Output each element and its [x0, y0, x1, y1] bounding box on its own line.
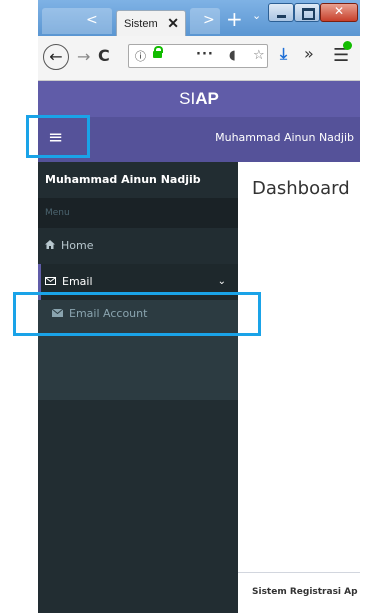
- maximize-button[interactable]: [294, 3, 320, 22]
- lock-icon[interactable]: [153, 46, 163, 58]
- close-icon: ✕: [334, 4, 345, 18]
- main-content: Dashboard Sistem Registrasi Ap: [238, 162, 360, 613]
- update-badge-icon: [343, 41, 352, 50]
- home-icon: [45, 228, 55, 264]
- minimize-button[interactable]: [268, 3, 294, 22]
- browser-toolbar: ← → C ⓘ ··· ◖ ☆ ⤓ » ☰: [38, 36, 360, 81]
- navbar-user-name[interactable]: Muhammad Ainun Nadjib: [215, 131, 354, 144]
- sidebar-user-name: Muhammad Ainun Nadjib: [45, 173, 201, 186]
- sidebar: Muhammad Ainun Nadjib Menu Home Email ⌄ …: [38, 162, 238, 613]
- tab-title: Sistem: [124, 18, 158, 30]
- pocket-icon[interactable]: ◖: [229, 48, 236, 63]
- tab-scroll-right-icon[interactable]: >: [203, 12, 215, 28]
- highlight-box-hamburger: [26, 115, 90, 158]
- close-window-button[interactable]: ✕: [320, 3, 358, 22]
- background-tab[interactable]: [42, 8, 112, 34]
- overflow-menu-icon[interactable]: »: [304, 44, 314, 63]
- footer: Sistem Registrasi Ap: [238, 572, 360, 613]
- highlight-box-email-account: [13, 292, 261, 336]
- address-bar[interactable]: ⓘ ··· ◖ ☆: [128, 44, 268, 68]
- reload-button[interactable]: C: [98, 46, 110, 65]
- new-tab-button[interactable]: +: [226, 7, 243, 31]
- footer-text: Sistem Registrasi Ap: [252, 587, 358, 597]
- app-logo[interactable]: SIAP: [38, 81, 360, 117]
- tab-list-dropdown-icon[interactable]: ⌄: [252, 9, 261, 22]
- sidebar-section-header: Menu: [38, 198, 238, 228]
- bookmark-star-icon[interactable]: ☆: [253, 48, 265, 63]
- site-info-icon[interactable]: ⓘ: [135, 48, 146, 64]
- tab-active[interactable]: Sistem ✕: [116, 10, 186, 36]
- logo-suffix: AP: [195, 89, 219, 108]
- content-area: Dashboard: [238, 162, 360, 572]
- sidebar-item-label: Email: [62, 275, 93, 288]
- page-actions-icon[interactable]: ···: [196, 47, 214, 62]
- title-bar: < Sistem ✕ > + ⌄ ✕: [38, 0, 360, 36]
- logo-prefix: SI: [179, 89, 196, 108]
- tab-scroll-left-icon[interactable]: <: [86, 12, 98, 28]
- page-title: Dashboard: [252, 178, 350, 199]
- tab-close-icon[interactable]: ✕: [167, 15, 179, 32]
- sidebar-item-label: Home: [61, 239, 94, 252]
- forward-button[interactable]: →: [77, 47, 90, 66]
- back-button[interactable]: ←: [43, 44, 69, 70]
- download-icon[interactable]: ⤓: [280, 44, 287, 64]
- web-page: SIAP ≡ Muhammad Ainun Nadjib Muhammad Ai…: [38, 81, 360, 613]
- sidebar-item-home[interactable]: Home: [38, 228, 238, 264]
